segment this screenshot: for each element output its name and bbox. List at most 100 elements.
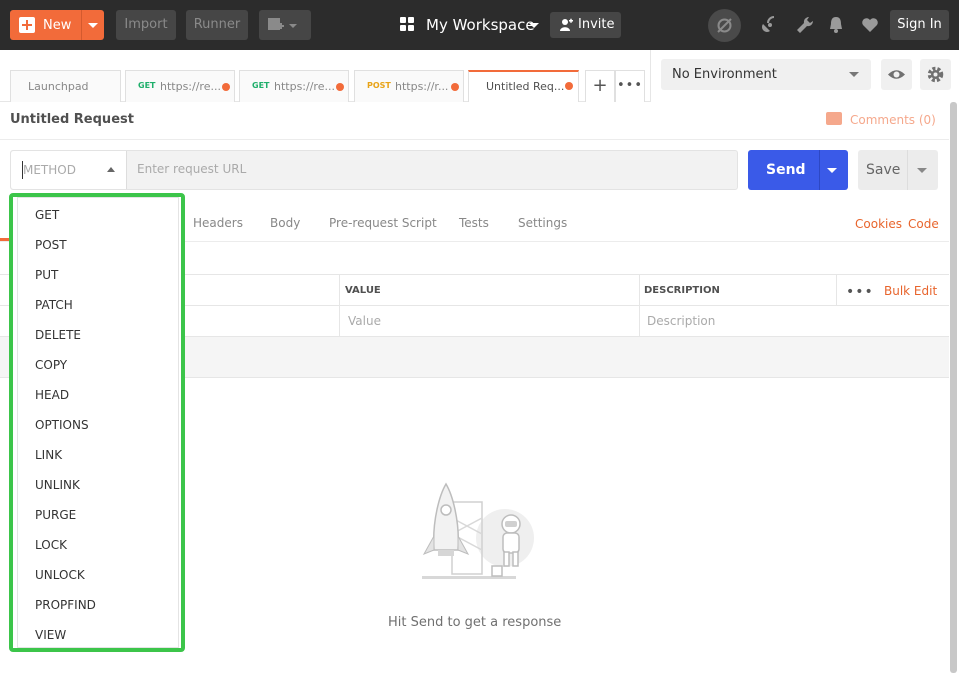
comment-icon — [826, 112, 842, 125]
method-option-post[interactable]: POST — [35, 238, 67, 258]
more-icon: ••• — [616, 78, 643, 93]
tab-body[interactable]: Body — [270, 216, 300, 230]
workspace-grid-icon — [400, 17, 415, 32]
runner-button[interactable]: Runner — [186, 10, 248, 40]
method-option-view[interactable]: VIEW — [35, 628, 66, 648]
tab-get-request[interactable]: GET https://re... — [125, 70, 235, 102]
tab-headers[interactable]: Headers — [193, 216, 243, 230]
method-dropdown-list: GET POST PUT PATCH DELETE COPY HEAD OPTI… — [17, 197, 179, 648]
plus-icon: + — [592, 75, 608, 96]
environment-select[interactable]: No Environment — [661, 59, 871, 90]
top-bar: New Import Runner My Workspace Invite Si… — [0, 0, 959, 50]
method-option-purge[interactable]: PURGE — [35, 508, 76, 528]
value-input[interactable]: Value — [348, 314, 381, 328]
method-option-copy[interactable]: COPY — [35, 358, 67, 378]
save-options-chevron-icon[interactable] — [917, 168, 927, 173]
save-button[interactable]: Save — [858, 150, 938, 190]
method-option-lock[interactable]: LOCK — [35, 538, 67, 558]
tab-method: POST — [367, 81, 391, 90]
code-link[interactable]: Code — [908, 217, 939, 231]
method-option-delete[interactable]: DELETE — [35, 328, 81, 348]
method-option-get[interactable]: GET — [35, 208, 59, 228]
save-button-label: Save — [866, 162, 901, 178]
environment-quick-look-button[interactable] — [881, 59, 912, 90]
import-button[interactable]: Import — [116, 10, 176, 40]
method-option-propfind[interactable]: PROPFIND — [35, 598, 96, 618]
tab-label: Untitled Req... — [486, 80, 565, 93]
request-name[interactable]: Untitled Request — [10, 112, 134, 127]
column-header-value: VALUE — [345, 285, 381, 296]
tab-post-request[interactable]: POST https://r... — [354, 70, 464, 102]
unsaved-dot-icon — [222, 83, 230, 91]
chevron-down-icon — [849, 72, 859, 77]
column-header-description: DESCRIPTION — [644, 285, 720, 296]
send-button[interactable]: Send — [748, 150, 848, 190]
method-option-options[interactable]: OPTIONS — [35, 418, 89, 438]
wrench-icon[interactable] — [795, 15, 815, 35]
unsaved-dot-icon — [451, 83, 459, 91]
tab-settings[interactable]: Settings — [518, 216, 567, 230]
chevron-down-icon — [529, 23, 539, 28]
send-options-chevron-icon[interactable] — [827, 168, 837, 173]
tab-label: https://re... — [160, 80, 221, 93]
method-option-patch[interactable]: PATCH — [35, 298, 73, 318]
url-bar: METHOD Enter request URL — [10, 150, 738, 190]
add-user-icon — [560, 18, 573, 31]
builder-layout-button[interactable] — [259, 10, 311, 40]
method-option-head[interactable]: HEAD — [35, 388, 69, 408]
plus-icon — [19, 17, 35, 33]
method-option-put[interactable]: PUT — [35, 268, 58, 288]
rocket-astronaut-illustration — [422, 482, 534, 579]
environment-pane: No Environment — [650, 50, 959, 102]
bulk-edit-link[interactable]: Bulk Edit — [884, 284, 937, 298]
tab-label: https://r... — [395, 80, 449, 93]
satellite-icon[interactable] — [760, 15, 780, 35]
description-input[interactable]: Description — [647, 314, 715, 328]
table-options-icon[interactable]: ••• — [846, 284, 874, 300]
send-button-label: Send — [766, 162, 806, 178]
eye-icon — [888, 70, 905, 79]
tab-tests[interactable]: Tests — [459, 216, 489, 230]
add-window-icon — [268, 18, 297, 30]
sync-status-button[interactable] — [708, 9, 741, 42]
url-input[interactable]: Enter request URL — [137, 162, 246, 176]
scrollbar-thumb[interactable] — [950, 102, 957, 673]
environment-selected: No Environment — [672, 67, 777, 82]
tab-method: GET — [138, 81, 156, 90]
cookies-link[interactable]: Cookies — [855, 217, 902, 231]
tab-get-request[interactable]: GET https://re... — [239, 70, 349, 102]
tab-options-button[interactable]: ••• — [615, 70, 645, 102]
sign-in-button[interactable]: Sign In — [890, 10, 949, 40]
tab-label: Launchpad — [28, 80, 89, 93]
workspace-name: My Workspace — [426, 16, 535, 34]
bell-icon[interactable] — [826, 15, 846, 35]
method-option-unlock[interactable]: UNLOCK — [35, 568, 85, 588]
invite-button-label: Invite — [578, 17, 615, 32]
chevron-up-icon — [107, 167, 115, 172]
method-option-link[interactable]: LINK — [35, 448, 62, 468]
tab-pre-request-script[interactable]: Pre-request Script — [329, 216, 437, 230]
gear-icon — [927, 66, 944, 83]
new-dropdown-chevron-icon[interactable] — [88, 23, 98, 28]
method-option-unlink[interactable]: UNLINK — [35, 478, 80, 498]
sync-off-icon — [717, 18, 732, 33]
tab-label: https://re... — [274, 80, 335, 93]
comments-label: Comments (0) — [850, 113, 936, 127]
request-tabs-bar: Launchpad GET https://re... GET https://… — [0, 50, 650, 102]
heart-icon[interactable] — [860, 15, 880, 35]
active-tab-indicator — [0, 238, 9, 241]
unsaved-dot-icon — [336, 83, 344, 91]
tab-untitled-request[interactable]: Untitled Req... — [468, 70, 579, 102]
divider — [0, 139, 949, 140]
new-button-label: New — [43, 18, 72, 33]
tab-method: GET — [252, 81, 270, 90]
method-select[interactable]: METHOD — [11, 151, 127, 189]
response-hint: Hit Send to get a response — [388, 615, 562, 630]
manage-environments-button[interactable] — [920, 59, 951, 90]
method-dropdown: GET POST PUT PATCH DELETE COPY HEAD OPTI… — [9, 193, 185, 652]
method-placeholder: METHOD — [23, 163, 76, 177]
tab-launchpad[interactable]: Launchpad — [10, 70, 121, 102]
new-button[interactable]: New — [10, 10, 104, 40]
invite-button[interactable]: Invite — [550, 12, 621, 38]
new-tab-button[interactable]: + — [585, 70, 615, 102]
